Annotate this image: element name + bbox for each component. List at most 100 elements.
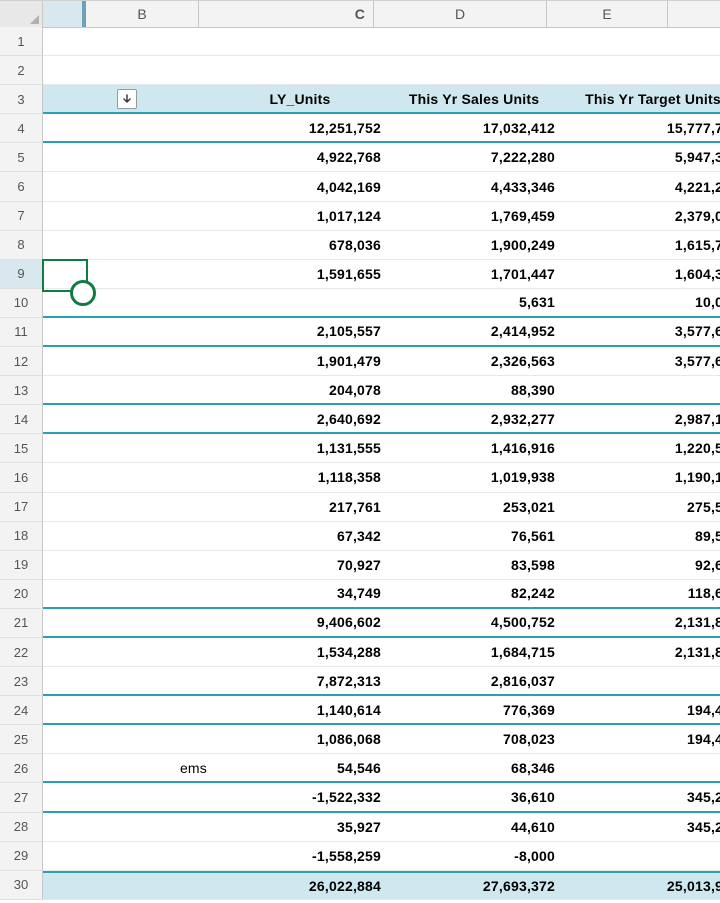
cell-C9[interactable]: 1,701,447 xyxy=(389,260,563,288)
row-27[interactable]: 27-1,522,33236,610345,257-29,239,7041,0 xyxy=(0,783,720,812)
row-header[interactable]: 27 xyxy=(0,783,43,812)
row-header[interactable]: 30 xyxy=(0,871,43,900)
cell-C23[interactable]: 2,816,037 xyxy=(389,667,563,694)
cell-A23[interactable] xyxy=(43,667,215,694)
row-30[interactable]: 3026,022,88427,693,37225,013,976981,204,… xyxy=(0,871,720,900)
cell-A7[interactable] xyxy=(43,202,215,230)
row-17[interactable]: 17217,761253,021275,51423,880,72228, xyxy=(0,493,720,522)
cell-B2[interactable] xyxy=(215,56,389,84)
cell-C10[interactable]: 5,631 xyxy=(389,289,563,316)
cell-C12[interactable]: 2,326,563 xyxy=(389,347,563,375)
row-25[interactable]: 251,086,068708,023194,40063,631,00736, xyxy=(0,725,720,754)
sheet-body[interactable]: 123LY_UnitsThis Yr Sales UnitsThis Yr Ta… xyxy=(0,27,720,903)
cell-D30[interactable]: 25,013,976 xyxy=(563,873,720,899)
row-header[interactable]: 26 xyxy=(0,754,43,783)
cell-A6[interactable] xyxy=(43,172,215,200)
cell-B7[interactable]: 1,017,124 xyxy=(215,202,389,230)
cell-B5[interactable]: 4,922,768 xyxy=(215,143,389,171)
cell-B13[interactable]: 204,078 xyxy=(215,376,389,403)
spreadsheet[interactable]: B C D E 123LY_UnitsThis Yr Sales UnitsTh… xyxy=(0,0,720,903)
row-10[interactable]: 105,63110,0001, xyxy=(0,289,720,318)
row-11[interactable]: 112,105,5572,414,9523,577,600220,466,384… xyxy=(0,318,720,347)
cell-B24[interactable]: 1,140,614 xyxy=(215,696,389,723)
row-header[interactable]: 4 xyxy=(0,114,43,143)
cell-C6[interactable]: 4,433,346 xyxy=(389,172,563,200)
row-header[interactable]: 11 xyxy=(0,318,43,347)
cell-D19[interactable]: 92,639 xyxy=(563,551,720,579)
row-15[interactable]: 151,131,5551,416,9161,220,55038,840,0224… xyxy=(0,434,720,463)
column-header-D[interactable]: D xyxy=(374,1,547,27)
cell-D10[interactable]: 10,000 xyxy=(563,289,720,316)
row-16[interactable]: 161,118,3581,019,9381,190,18344,132,1983… xyxy=(0,463,720,492)
cell-D9[interactable]: 1,604,320 xyxy=(563,260,720,288)
cell-C27[interactable]: 36,610 xyxy=(389,783,563,810)
cell-A20[interactable] xyxy=(43,580,215,607)
cell-C19[interactable]: 83,598 xyxy=(389,551,563,579)
cell-B1[interactable] xyxy=(215,27,389,55)
cell-B6[interactable]: 4,042,169 xyxy=(215,172,389,200)
cell-D21[interactable]: 2,131,840 xyxy=(563,609,720,636)
row-20[interactable]: 2034,74982,242118,6751,294,9043,0 xyxy=(0,580,720,609)
row-1[interactable]: 1 xyxy=(0,27,720,56)
cell-D25[interactable]: 194,400 xyxy=(563,725,720,753)
cell-B9[interactable]: 1,591,655 xyxy=(215,260,389,288)
cell-B30[interactable]: 26,022,884 xyxy=(215,873,389,899)
cell-B22[interactable]: 1,534,288 xyxy=(215,638,389,666)
row-13[interactable]: 13204,07888,390031,758,51812, xyxy=(0,376,720,405)
row-18[interactable]: 1867,34276,56189,5729,696,14111, xyxy=(0,522,720,551)
cell-A22[interactable] xyxy=(43,638,215,666)
cell-A13[interactable] xyxy=(43,376,215,403)
cell-B26[interactable]: 54,546 xyxy=(215,754,389,781)
cell-A9[interactable] xyxy=(43,260,215,288)
cell-A24[interactable] xyxy=(43,696,215,723)
cell-C29[interactable]: -8,000 xyxy=(389,842,563,870)
cell-B25[interactable]: 1,086,068 xyxy=(215,725,389,753)
cell-C22[interactable]: 1,684,715 xyxy=(389,638,563,666)
cell-B16[interactable]: 1,118,358 xyxy=(215,463,389,491)
row-header[interactable]: 29 xyxy=(0,842,43,871)
row-header[interactable]: 9 xyxy=(0,260,43,289)
cell-D28[interactable]: 345,257 xyxy=(563,813,720,841)
row-22[interactable]: 221,534,2881,684,7152,131,84084,324,5458… xyxy=(0,638,720,667)
cell-B8[interactable]: 678,036 xyxy=(215,231,389,259)
cell-C5[interactable]: 7,222,280 xyxy=(389,143,563,171)
row-9[interactable]: 91,591,6551,701,4471,604,32046,804,06347… xyxy=(0,260,720,289)
cell-B18[interactable]: 67,342 xyxy=(215,522,389,550)
row-header[interactable]: 17 xyxy=(0,493,43,522)
cell-D12[interactable]: 3,577,600 xyxy=(563,347,720,375)
cell-C16[interactable]: 1,019,938 xyxy=(389,463,563,491)
cell-D20[interactable]: 118,675 xyxy=(563,580,720,607)
cell-D18[interactable]: 89,572 xyxy=(563,522,720,550)
cell-C1[interactable] xyxy=(389,27,563,55)
row-header[interactable]: 6 xyxy=(0,172,43,201)
row-header[interactable]: 7 xyxy=(0,202,43,231)
column-resize-handle[interactable] xyxy=(82,1,86,27)
cell-D22[interactable]: 2,131,840 xyxy=(563,638,720,666)
column-header-A[interactable] xyxy=(43,1,86,27)
row-header[interactable]: 19 xyxy=(0,551,43,580)
cell-A8[interactable] xyxy=(43,231,215,259)
cell-D16[interactable]: 1,190,183 xyxy=(563,463,720,491)
row-23[interactable]: 237,872,3132,816,0370103,406,33639, xyxy=(0,667,720,696)
cell-C26[interactable]: 68,346 xyxy=(389,754,563,781)
cell-C28[interactable]: 44,610 xyxy=(389,813,563,841)
cell-A4[interactable] xyxy=(43,114,215,141)
cell-A10[interactable] xyxy=(43,289,215,316)
row-26[interactable]: 26ems54,54668,34601,623,5653 xyxy=(0,754,720,783)
cell-C24[interactable]: 776,369 xyxy=(389,696,563,723)
cell-B10[interactable] xyxy=(215,289,389,316)
filter-dropdown-icon[interactable] xyxy=(117,89,137,109)
cell-B20[interactable]: 34,749 xyxy=(215,580,389,607)
column-header-E[interactable]: E xyxy=(547,1,668,27)
row-header[interactable]: 13 xyxy=(0,376,43,405)
select-all-triangle[interactable] xyxy=(0,1,43,27)
row-4[interactable]: 412,251,75217,032,41215,777,746410,662,6… xyxy=(0,114,720,143)
cell-C8[interactable]: 1,900,249 xyxy=(389,231,563,259)
cell-D29[interactable]: 0 xyxy=(563,842,720,870)
cell-B4[interactable]: 12,251,752 xyxy=(215,114,389,141)
cell-D4[interactable]: 15,777,746 xyxy=(563,114,720,141)
row-14[interactable]: 142,640,6922,932,2772,987,134126,329,921… xyxy=(0,405,720,434)
cell-B27[interactable]: -1,522,332 xyxy=(215,783,389,810)
cell-D26[interactable]: 0 xyxy=(563,754,720,781)
row-6[interactable]: 64,042,1694,433,3464,221,290163,138,0081… xyxy=(0,172,720,201)
